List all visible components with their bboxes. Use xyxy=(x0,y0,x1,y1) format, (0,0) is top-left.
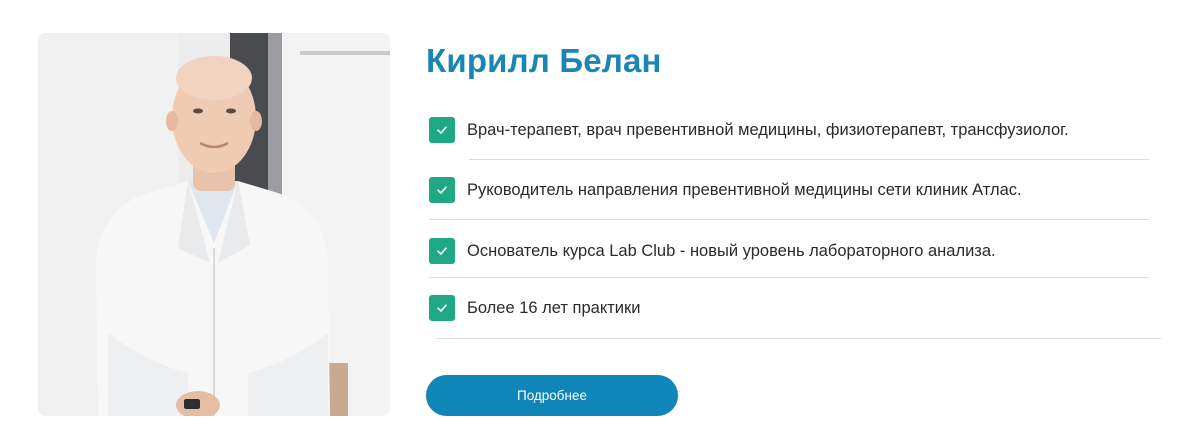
divider xyxy=(436,338,1161,339)
fact-item: Основатель курса Lab Club - новый уровен… xyxy=(429,238,996,264)
fact-item: Руководитель направления превентивной ме… xyxy=(429,177,1022,203)
fact-text: Руководитель направления превентивной ме… xyxy=(467,180,1022,199)
fact-item: Врач-терапевт, врач превентивной медицин… xyxy=(429,117,1069,143)
doctor-name: Кирилл Белан xyxy=(426,42,662,79)
fact-text: Основатель курса Lab Club - новый уровен… xyxy=(467,241,996,260)
fact-text: Более 16 лет практики xyxy=(467,298,641,317)
more-button[interactable]: Подробнее xyxy=(426,375,678,416)
doctor-photo xyxy=(38,33,390,416)
check-icon xyxy=(429,238,455,264)
divider xyxy=(429,219,1149,220)
fact-text: Врач-терапевт, врач превентивной медицин… xyxy=(467,120,1069,139)
divider xyxy=(429,277,1149,278)
check-icon xyxy=(429,177,455,203)
divider xyxy=(469,159,1149,160)
check-icon xyxy=(429,295,455,321)
check-icon xyxy=(429,117,455,143)
fact-item: Более 16 лет практики xyxy=(429,295,640,321)
